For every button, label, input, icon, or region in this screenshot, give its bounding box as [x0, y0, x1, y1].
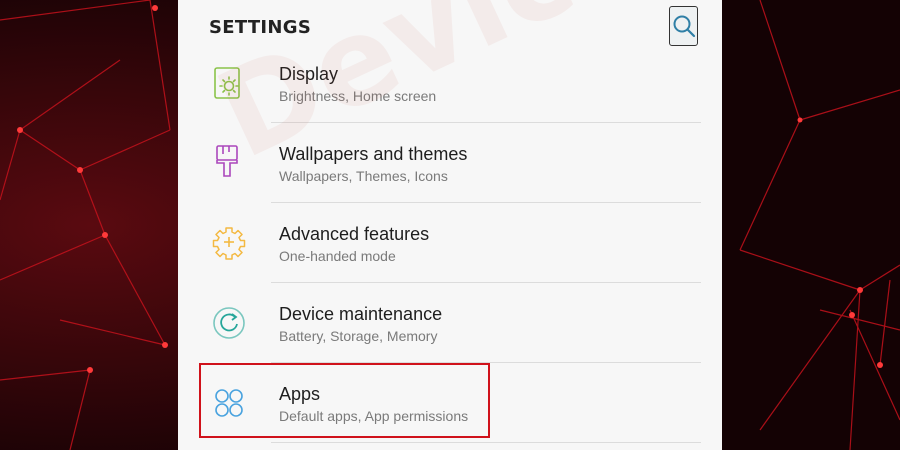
- item-subtitle: One-handed mode: [279, 248, 396, 264]
- divider: [271, 202, 701, 203]
- settings-item-advanced-features[interactable]: Advanced features One-handed mode: [178, 210, 722, 290]
- puzzle-gear-icon: [212, 227, 246, 260]
- item-title: Wallpapers and themes: [279, 144, 468, 164]
- item-subtitle: Battery, Storage, Memory: [279, 328, 438, 344]
- settings-item-display[interactable]: Display Brightness, Home screen: [178, 50, 722, 130]
- page-title: SETTINGS: [209, 17, 312, 38]
- settings-item-device-maintenance[interactable]: Device maintenance Battery, Storage, Mem…: [178, 290, 722, 370]
- item-subtitle: Wallpapers, Themes, Icons: [279, 168, 448, 184]
- divider: [271, 122, 701, 123]
- search-button[interactable]: [669, 6, 698, 46]
- apps-highlight-box: [199, 363, 490, 438]
- divider: [271, 442, 701, 443]
- paint-brush-icon: [216, 145, 238, 177]
- item-subtitle: Brightness, Home screen: [279, 88, 437, 104]
- item-title: Display: [279, 64, 339, 84]
- item-title: Device maintenance: [279, 304, 443, 324]
- refresh-circle-icon: [213, 307, 245, 339]
- divider: [271, 282, 701, 283]
- search-icon: [673, 15, 696, 38]
- item-title: Advanced features: [279, 224, 430, 244]
- settings-item-wallpapers-themes[interactable]: Wallpapers and themes Wallpapers, Themes…: [178, 130, 722, 210]
- display-brightness-icon: [214, 67, 240, 99]
